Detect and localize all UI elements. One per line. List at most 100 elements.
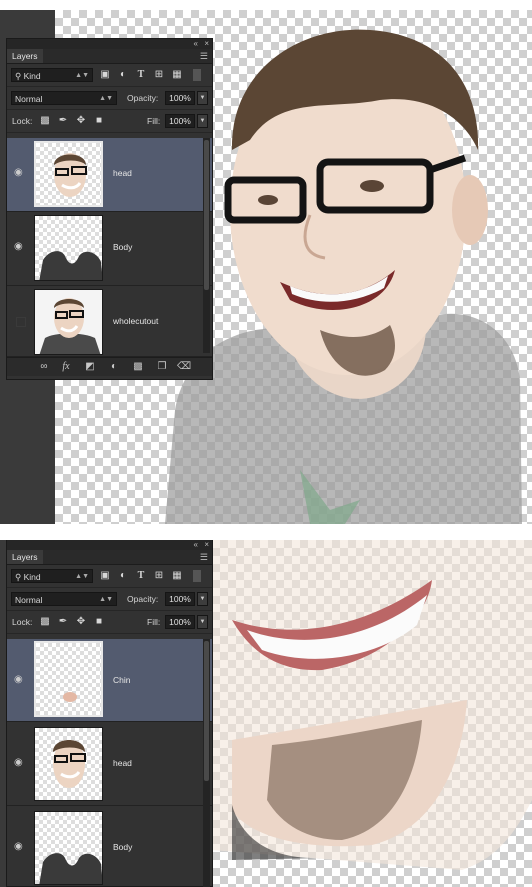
layer-list: ◉ Chin ◉ head ◉ Body (7, 639, 212, 887)
lock-brush-icon[interactable]: ✒ (57, 616, 69, 628)
layer-name: Chin (113, 675, 131, 685)
panel-titlebar: « × (7, 540, 212, 550)
layer-row[interactable]: ◉ Chin (7, 639, 212, 722)
fill-input[interactable]: 100% (165, 615, 195, 629)
layer-thumbnail (34, 641, 103, 717)
new-layer-icon[interactable]: ❐ (155, 361, 169, 373)
lock-all-icon[interactable]: ■ (93, 616, 105, 628)
layer-row[interactable]: ◉ head (7, 138, 212, 212)
lock-brush-icon[interactable]: ✒ (57, 115, 69, 127)
panel-tabs: Layers ☰ (7, 49, 212, 64)
adjustment-filter-icon[interactable]: ◐ (117, 69, 129, 81)
type-filter-icon[interactable]: T (135, 69, 147, 81)
screenshot-top: « × Layers ☰ ⚲ Kind ▲▼ ▣ ◐ T ⊞ ▦ Normal … (0, 0, 532, 524)
scrollbar-thumb[interactable] (204, 140, 209, 290)
filter-toggle[interactable] (193, 69, 201, 81)
filter-kind-label: Kind (23, 572, 41, 582)
panel-titlebar: « × (7, 39, 212, 49)
eye-icon[interactable]: ◉ (14, 168, 26, 178)
opacity-dropdown[interactable]: ▼ (197, 91, 208, 105)
layer-row[interactable]: ◉ Body (7, 806, 212, 887)
image-filter-icon[interactable]: ▣ (99, 570, 111, 582)
lock-row: Lock: ▩ ✒ ✥ ■ Fill: 100% ▼ (7, 611, 212, 634)
visibility-off-box[interactable] (16, 317, 26, 327)
layer-name: Body (113, 842, 133, 852)
shape-filter-icon[interactable]: ⊞ (153, 570, 165, 582)
smart-object-filter-icon[interactable]: ▦ (171, 69, 183, 81)
adjustment-layer-icon[interactable]: ◐ (107, 361, 121, 373)
layer-thumbnail (34, 289, 103, 355)
ear (452, 175, 488, 245)
filter-kind-select[interactable]: ⚲ Kind ▲▼ (11, 569, 93, 583)
eye-icon[interactable]: ◉ (14, 242, 26, 252)
eye-icon[interactable]: ◉ (14, 842, 26, 852)
fill-input[interactable]: 100% (165, 114, 195, 128)
scrollbar-thumb[interactable] (204, 641, 209, 781)
filter-toggle[interactable] (193, 570, 201, 582)
opacity-label: Opacity: (127, 594, 159, 604)
fill-dropdown[interactable]: ▼ (197, 615, 208, 629)
folder-icon[interactable]: ▩ (131, 361, 145, 373)
lock-row: Lock: ▩ ✒ ✥ ■ Fill: 100% ▼ (7, 110, 212, 133)
panel-tabs: Layers ☰ (7, 550, 212, 565)
layer-row[interactable]: ◉ head (7, 722, 212, 806)
trash-icon[interactable]: ⌫ (177, 361, 191, 373)
opacity-label: Opacity: (127, 93, 159, 103)
filter-kind-label: Kind (23, 71, 41, 81)
lock-label: Lock: (12, 617, 33, 627)
shape-filter-icon[interactable]: ⊞ (153, 69, 165, 81)
tab-layers[interactable]: Layers (7, 49, 43, 63)
mask-icon[interactable]: ◩ (83, 361, 97, 373)
fx-icon[interactable]: fx (59, 361, 73, 373)
layer-row[interactable]: wholecutout (7, 286, 212, 357)
layer-name: Body (113, 242, 133, 252)
search-icon: ⚲ (15, 572, 22, 582)
layer-name: head (113, 168, 132, 178)
lock-move-icon[interactable]: ✥ (75, 616, 87, 628)
stepper-icon: ▲▼ (99, 95, 113, 102)
stepper-icon: ▲▼ (75, 72, 89, 79)
blend-mode-select[interactable]: Normal ▲▼ (11, 592, 117, 606)
layer-thumbnail (34, 141, 103, 207)
lock-transparent-icon[interactable]: ▩ (39, 115, 51, 127)
layers-scrollbar[interactable] (203, 639, 210, 887)
image-filter-icon[interactable]: ▣ (99, 69, 111, 81)
canvas-photo-zoomed (212, 540, 532, 870)
blend-mode-value: Normal (15, 94, 43, 104)
adjustment-filter-icon[interactable]: ◐ (117, 570, 129, 582)
double-chevron-icon[interactable]: « (194, 540, 198, 550)
layers-bottom-toolbar: ∞ fx ◩ ◐ ▩ ❐ ⌫ (7, 357, 212, 376)
double-chevron-icon[interactable]: « (194, 39, 198, 49)
layers-scrollbar[interactable] (203, 138, 210, 353)
stepper-icon: ▲▼ (75, 573, 89, 580)
screenshot-bottom: « × Layers ☰ ⚲ Kind ▲▼ ▣ ◐ T ⊞ ▦ Normal … (0, 540, 532, 887)
eye-icon[interactable]: ◉ (14, 758, 26, 768)
filter-row: ⚲ Kind ▲▼ ▣ ◐ T ⊞ ▦ (7, 565, 212, 588)
layer-thumbnail (34, 215, 103, 281)
tab-layers[interactable]: Layers (7, 550, 43, 564)
opacity-input[interactable]: 100% (165, 592, 195, 606)
lock-move-icon[interactable]: ✥ (75, 115, 87, 127)
filter-kind-select[interactable]: ⚲ Kind ▲▼ (11, 68, 93, 82)
layer-row[interactable]: ◉ Body (7, 212, 212, 286)
search-icon: ⚲ (15, 71, 22, 81)
eye-icon[interactable]: ◉ (14, 675, 26, 685)
fill-label: Fill: (147, 116, 161, 126)
panel-menu-icon[interactable]: ☰ (200, 552, 208, 563)
stepper-icon: ▲▼ (99, 596, 113, 603)
layers-panel: « × Layers ☰ ⚲ Kind ▲▼ ▣ ◐ T ⊞ ▦ Normal … (6, 540, 213, 887)
lock-all-icon[interactable]: ■ (93, 115, 105, 127)
opacity-input[interactable]: 100% (165, 91, 195, 105)
smart-object-filter-icon[interactable]: ▦ (171, 570, 183, 582)
blend-row: Normal ▲▼ Opacity: 100% ▼ (7, 588, 212, 611)
panel-menu-icon[interactable]: ☰ (200, 51, 208, 62)
fill-dropdown[interactable]: ▼ (197, 114, 208, 128)
link-icon[interactable]: ∞ (37, 361, 51, 373)
close-icon[interactable]: × (204, 39, 209, 49)
type-filter-icon[interactable]: T (135, 570, 147, 582)
lock-label: Lock: (12, 116, 33, 126)
close-icon[interactable]: × (204, 540, 209, 550)
opacity-dropdown[interactable]: ▼ (197, 592, 208, 606)
blend-mode-select[interactable]: Normal ▲▼ (11, 91, 117, 105)
lock-transparent-icon[interactable]: ▩ (39, 616, 51, 628)
